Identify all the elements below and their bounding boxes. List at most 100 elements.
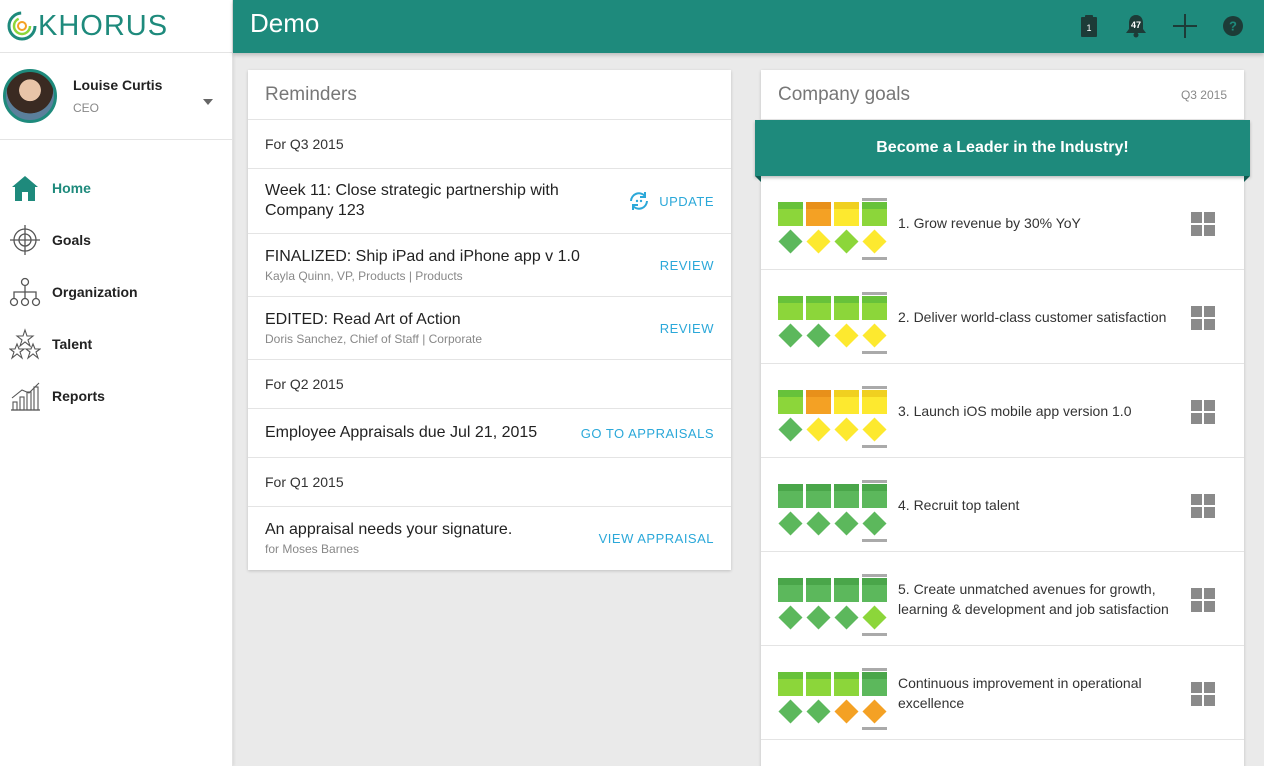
grid-view-icon[interactable] (1191, 212, 1215, 236)
user-role: CEO (73, 101, 100, 115)
status-bar (834, 390, 859, 414)
status-bar (806, 672, 831, 696)
goals-banner: Become a Leader in the Industry! (755, 120, 1250, 176)
status-diamond (778, 699, 803, 724)
current-quarter-marker (862, 574, 887, 577)
status-bar (834, 578, 859, 602)
reminder-item: EDITED: Read Art of Action Doris Sanchez… (248, 297, 731, 360)
section-label: For Q2 2015 (265, 376, 344, 392)
reminder-meta: Kayla Quinn, VP, Products | Products (265, 269, 463, 283)
logo[interactable]: KHORUS (0, 0, 232, 53)
status-diamond (862, 511, 887, 536)
go-to-appraisals-button[interactable]: GO TO APPRAISALS (581, 426, 714, 441)
goal-row[interactable]: 4. Recruit top talent (761, 458, 1244, 552)
goal-status-grid (778, 574, 890, 638)
goal-row[interactable]: 5. Create unmatched avenues for growth, … (761, 552, 1244, 646)
current-quarter-marker (862, 292, 887, 295)
status-diamond (806, 699, 831, 724)
status-bar (834, 484, 859, 508)
grid-view-icon[interactable] (1191, 682, 1215, 706)
grid-view-icon[interactable] (1191, 588, 1215, 612)
view-appraisal-button[interactable]: VIEW APPRAISAL (599, 531, 714, 546)
goal-row[interactable]: 3. Launch iOS mobile app version 1.0 (761, 364, 1244, 458)
status-bar (806, 578, 831, 602)
status-diamond (834, 605, 859, 630)
current-quarter-marker (862, 480, 887, 483)
notifications-badge: 47 (1131, 20, 1141, 30)
svg-text:?: ? (1229, 19, 1237, 34)
status-diamond (778, 323, 803, 348)
status-bar (806, 484, 831, 508)
status-bar (834, 296, 859, 320)
reminder-item: An appraisal needs your signature. for M… (248, 507, 731, 569)
status-bar (862, 202, 887, 226)
reminder-text: Week 11: Close strategic partnership wit… (265, 182, 559, 219)
goal-title[interactable]: Continuous improvement in operational ex… (898, 673, 1178, 713)
company-goals-card: Company goals Q3 2015 Become a Leader in… (755, 70, 1250, 766)
current-quarter-marker (862, 668, 887, 671)
status-diamond (806, 605, 831, 630)
current-quarter-marker (862, 257, 887, 260)
grid-view-icon[interactable] (1191, 494, 1215, 518)
stars-icon (9, 328, 41, 360)
status-diamond (806, 323, 831, 348)
help-icon[interactable]: ? (1219, 12, 1247, 40)
clipboard-icon[interactable]: 1 (1075, 12, 1103, 40)
review-button[interactable]: REVIEW (660, 321, 714, 336)
current-quarter-marker (862, 727, 887, 730)
add-icon[interactable] (1171, 12, 1199, 40)
bell-icon[interactable]: 47 (1122, 12, 1150, 40)
reminder-text: An appraisal needs your signature. (265, 521, 513, 538)
goal-title[interactable]: 4. Recruit top talent (898, 495, 1178, 515)
reminder-item: FINALIZED: Ship iPad and iPhone app v 1.… (248, 234, 731, 297)
reminder-text: FINALIZED: Ship iPad and iPhone app v 1.… (265, 248, 580, 265)
goal-title[interactable]: 3. Launch iOS mobile app version 1.0 (898, 401, 1178, 421)
reminders-card: Reminders For Q3 2015 Week 11: Close str… (248, 70, 731, 570)
review-button[interactable]: REVIEW (660, 258, 714, 273)
status-diamond (778, 605, 803, 630)
reminder-text: Employee Appraisals due Jul 21, 2015 (265, 424, 538, 441)
goal-title[interactable]: 1. Grow revenue by 30% YoY (898, 213, 1178, 233)
user-profile[interactable]: Louise Curtis CEO (0, 53, 232, 140)
status-bar (806, 296, 831, 320)
grid-view-icon[interactable] (1191, 306, 1215, 330)
main-nav: Home Goals Organization Talent Reports (0, 162, 232, 422)
status-bar (778, 390, 803, 414)
bar-chart-icon (9, 380, 41, 412)
sync-icon (630, 192, 649, 210)
status-bar (834, 202, 859, 226)
nav-label-organization: Organization (52, 284, 138, 300)
goal-status-grid (778, 198, 890, 262)
reminder-section-header: For Q1 2015 (248, 458, 731, 507)
goal-title[interactable]: 5. Create unmatched avenues for growth, … (898, 579, 1178, 619)
nav-item-home[interactable]: Home (0, 162, 232, 214)
status-diamond (862, 699, 887, 724)
status-bar (778, 578, 803, 602)
current-quarter-marker (862, 445, 887, 448)
goals-period: Q3 2015 (1180, 87, 1227, 102)
nav-item-goals[interactable]: Goals (0, 214, 232, 266)
goal-row[interactable]: 1. Grow revenue by 30% YoY (761, 176, 1244, 270)
nav-item-reports[interactable]: Reports (0, 370, 232, 422)
goal-title[interactable]: 2. Deliver world-class customer satisfac… (898, 307, 1178, 327)
reminders-title: Reminders (265, 83, 357, 105)
home-icon (9, 172, 41, 204)
status-diamond (778, 229, 803, 254)
grid-view-icon[interactable] (1191, 400, 1215, 424)
status-diamond (834, 699, 859, 724)
avatar (3, 69, 57, 123)
current-quarter-marker (862, 351, 887, 354)
status-bar (834, 672, 859, 696)
nav-item-talent[interactable]: Talent (0, 318, 232, 370)
chevron-down-icon[interactable] (203, 99, 213, 105)
update-button[interactable]: UPDATE (627, 191, 714, 211)
user-name: Louise Curtis (73, 77, 163, 93)
goal-list: 1. Grow revenue by 30% YoY 2. Deliver wor… (761, 176, 1244, 740)
nav-item-organization[interactable]: Organization (0, 266, 232, 318)
reminder-section-header: For Q2 2015 (248, 360, 731, 409)
status-bar (778, 202, 803, 226)
goal-row[interactable]: 2. Deliver world-class customer satisfac… (761, 270, 1244, 364)
goal-row[interactable]: Continuous improvement in operational ex… (761, 646, 1244, 740)
status-diamond (834, 229, 859, 254)
reminder-text: EDITED: Read Art of Action (265, 311, 461, 328)
